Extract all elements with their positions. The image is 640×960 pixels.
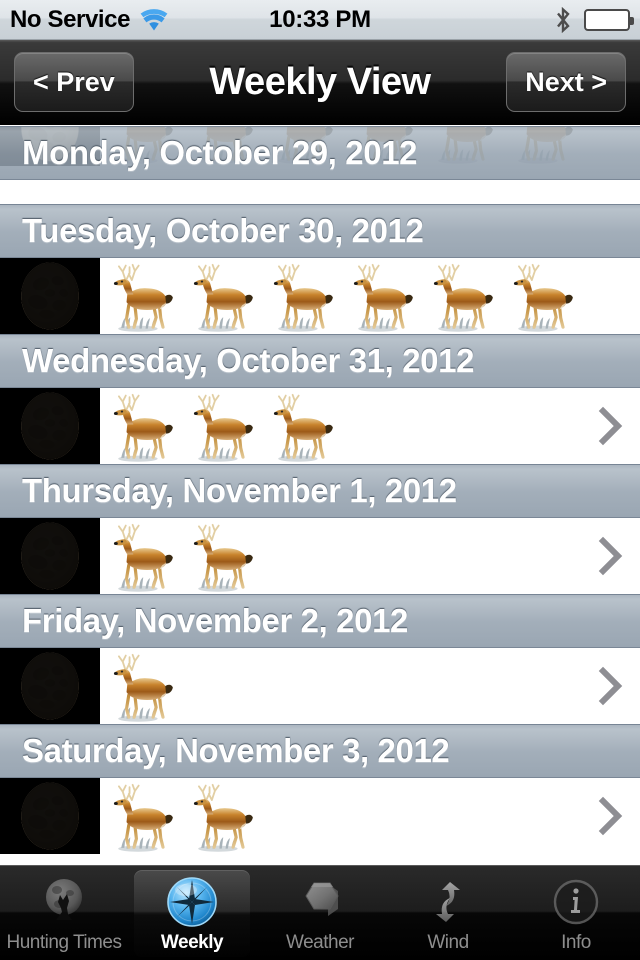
- prev-week-button[interactable]: < Prev: [14, 52, 134, 112]
- compass-rose-icon: [164, 874, 220, 930]
- deer-rating: [100, 778, 580, 854]
- clipped-day-group[interactable]: Monday, October 29, 2012: [0, 126, 640, 204]
- day-header-label: Monday, October 29, 2012: [22, 134, 418, 171]
- tab-label: Weather: [286, 931, 354, 953]
- deer-icon: [106, 648, 182, 724]
- day-section-header: Saturday, November 3, 2012: [0, 724, 640, 778]
- app-screen: No Service 10:33 PM < Prev Weekly View N…: [0, 0, 640, 960]
- hexagon-cloud-icon: [292, 874, 348, 930]
- day-section-header: Tuesday, October 30, 2012: [0, 204, 640, 258]
- tab-info[interactable]: Info: [512, 866, 640, 960]
- deer-icon: [186, 258, 262, 334]
- weekly-day-list[interactable]: Monday, October 29, 2012 Tuesday, October…: [0, 126, 640, 865]
- navigation-bar: < Prev Weekly View Next >: [0, 40, 640, 125]
- day-section-header: Friday, November 2, 2012: [0, 594, 640, 648]
- deer-rating: [100, 648, 580, 724]
- status-bar-right: [554, 0, 634, 40]
- deer-rating: [100, 518, 580, 594]
- info-circle-icon: [548, 874, 604, 930]
- moon-phase-icon: [0, 258, 100, 334]
- deer-icon: [186, 778, 262, 854]
- deer-icon: [346, 258, 422, 334]
- tab-wind[interactable]: Wind: [384, 866, 512, 960]
- wind-arrows-icon: [420, 874, 476, 930]
- battery-icon: [584, 9, 634, 31]
- tab-bar: Hunting Times Weekly Weather Wind Info: [0, 865, 640, 960]
- disclosure-chevron-icon[interactable]: [580, 258, 640, 334]
- day-row[interactable]: [0, 388, 640, 464]
- tab-weekly[interactable]: Weekly: [128, 866, 256, 960]
- disclosure-chevron-icon[interactable]: [580, 778, 640, 854]
- deer-icon: [186, 388, 262, 464]
- bluetooth-icon: [554, 6, 572, 34]
- deer-rating: [100, 388, 580, 464]
- tab-weather[interactable]: Weather: [256, 866, 384, 960]
- day-section-header: Wednesday, October 31, 2012: [0, 334, 640, 388]
- day-section-header: Monday, October 29, 2012: [0, 126, 640, 180]
- day-header-label: Wednesday, October 31, 2012: [22, 342, 475, 379]
- day-row[interactable]: [0, 258, 640, 334]
- deer-icon: [506, 258, 580, 334]
- deer-icon: [426, 258, 502, 334]
- deer-icon: [266, 388, 342, 464]
- deer-icon: [106, 388, 182, 464]
- tab-hunting-times[interactable]: Hunting Times: [0, 866, 128, 960]
- deer-icon: [266, 258, 342, 334]
- deer-rating: [100, 258, 580, 334]
- deer-icon: [106, 778, 182, 854]
- moon-wolf-icon: [36, 874, 92, 930]
- tab-label: Info: [561, 931, 591, 953]
- moon-phase-icon: [0, 648, 100, 724]
- day-header-label: Thursday, November 1, 2012: [22, 472, 457, 509]
- moon-phase-icon: [0, 778, 100, 854]
- moon-phase-icon: [0, 518, 100, 594]
- deer-icon: [186, 518, 262, 594]
- clock-label: 10:33 PM: [269, 5, 371, 33]
- page-title: Weekly View: [209, 60, 431, 103]
- disclosure-chevron-icon[interactable]: [580, 648, 640, 724]
- day-header-label: Friday, November 2, 2012: [22, 602, 408, 639]
- day-row[interactable]: [0, 778, 640, 854]
- day-row[interactable]: [0, 518, 640, 594]
- day-header-label: Tuesday, October 30, 2012: [22, 212, 424, 249]
- disclosure-chevron-icon[interactable]: [580, 388, 640, 464]
- deer-icon: [106, 258, 182, 334]
- day-section-header: Thursday, November 1, 2012: [0, 464, 640, 518]
- tab-label: Wind: [427, 931, 469, 953]
- disclosure-chevron-icon[interactable]: [580, 518, 640, 594]
- day-row[interactable]: [0, 648, 640, 724]
- status-bar: No Service 10:33 PM: [0, 0, 640, 40]
- moon-phase-icon: [0, 388, 100, 464]
- deer-icon: [106, 518, 182, 594]
- tab-label: Weekly: [160, 931, 224, 953]
- next-week-button[interactable]: Next >: [506, 52, 626, 112]
- tab-label: Hunting Times: [6, 931, 122, 953]
- day-header-label: Saturday, November 3, 2012: [22, 732, 450, 769]
